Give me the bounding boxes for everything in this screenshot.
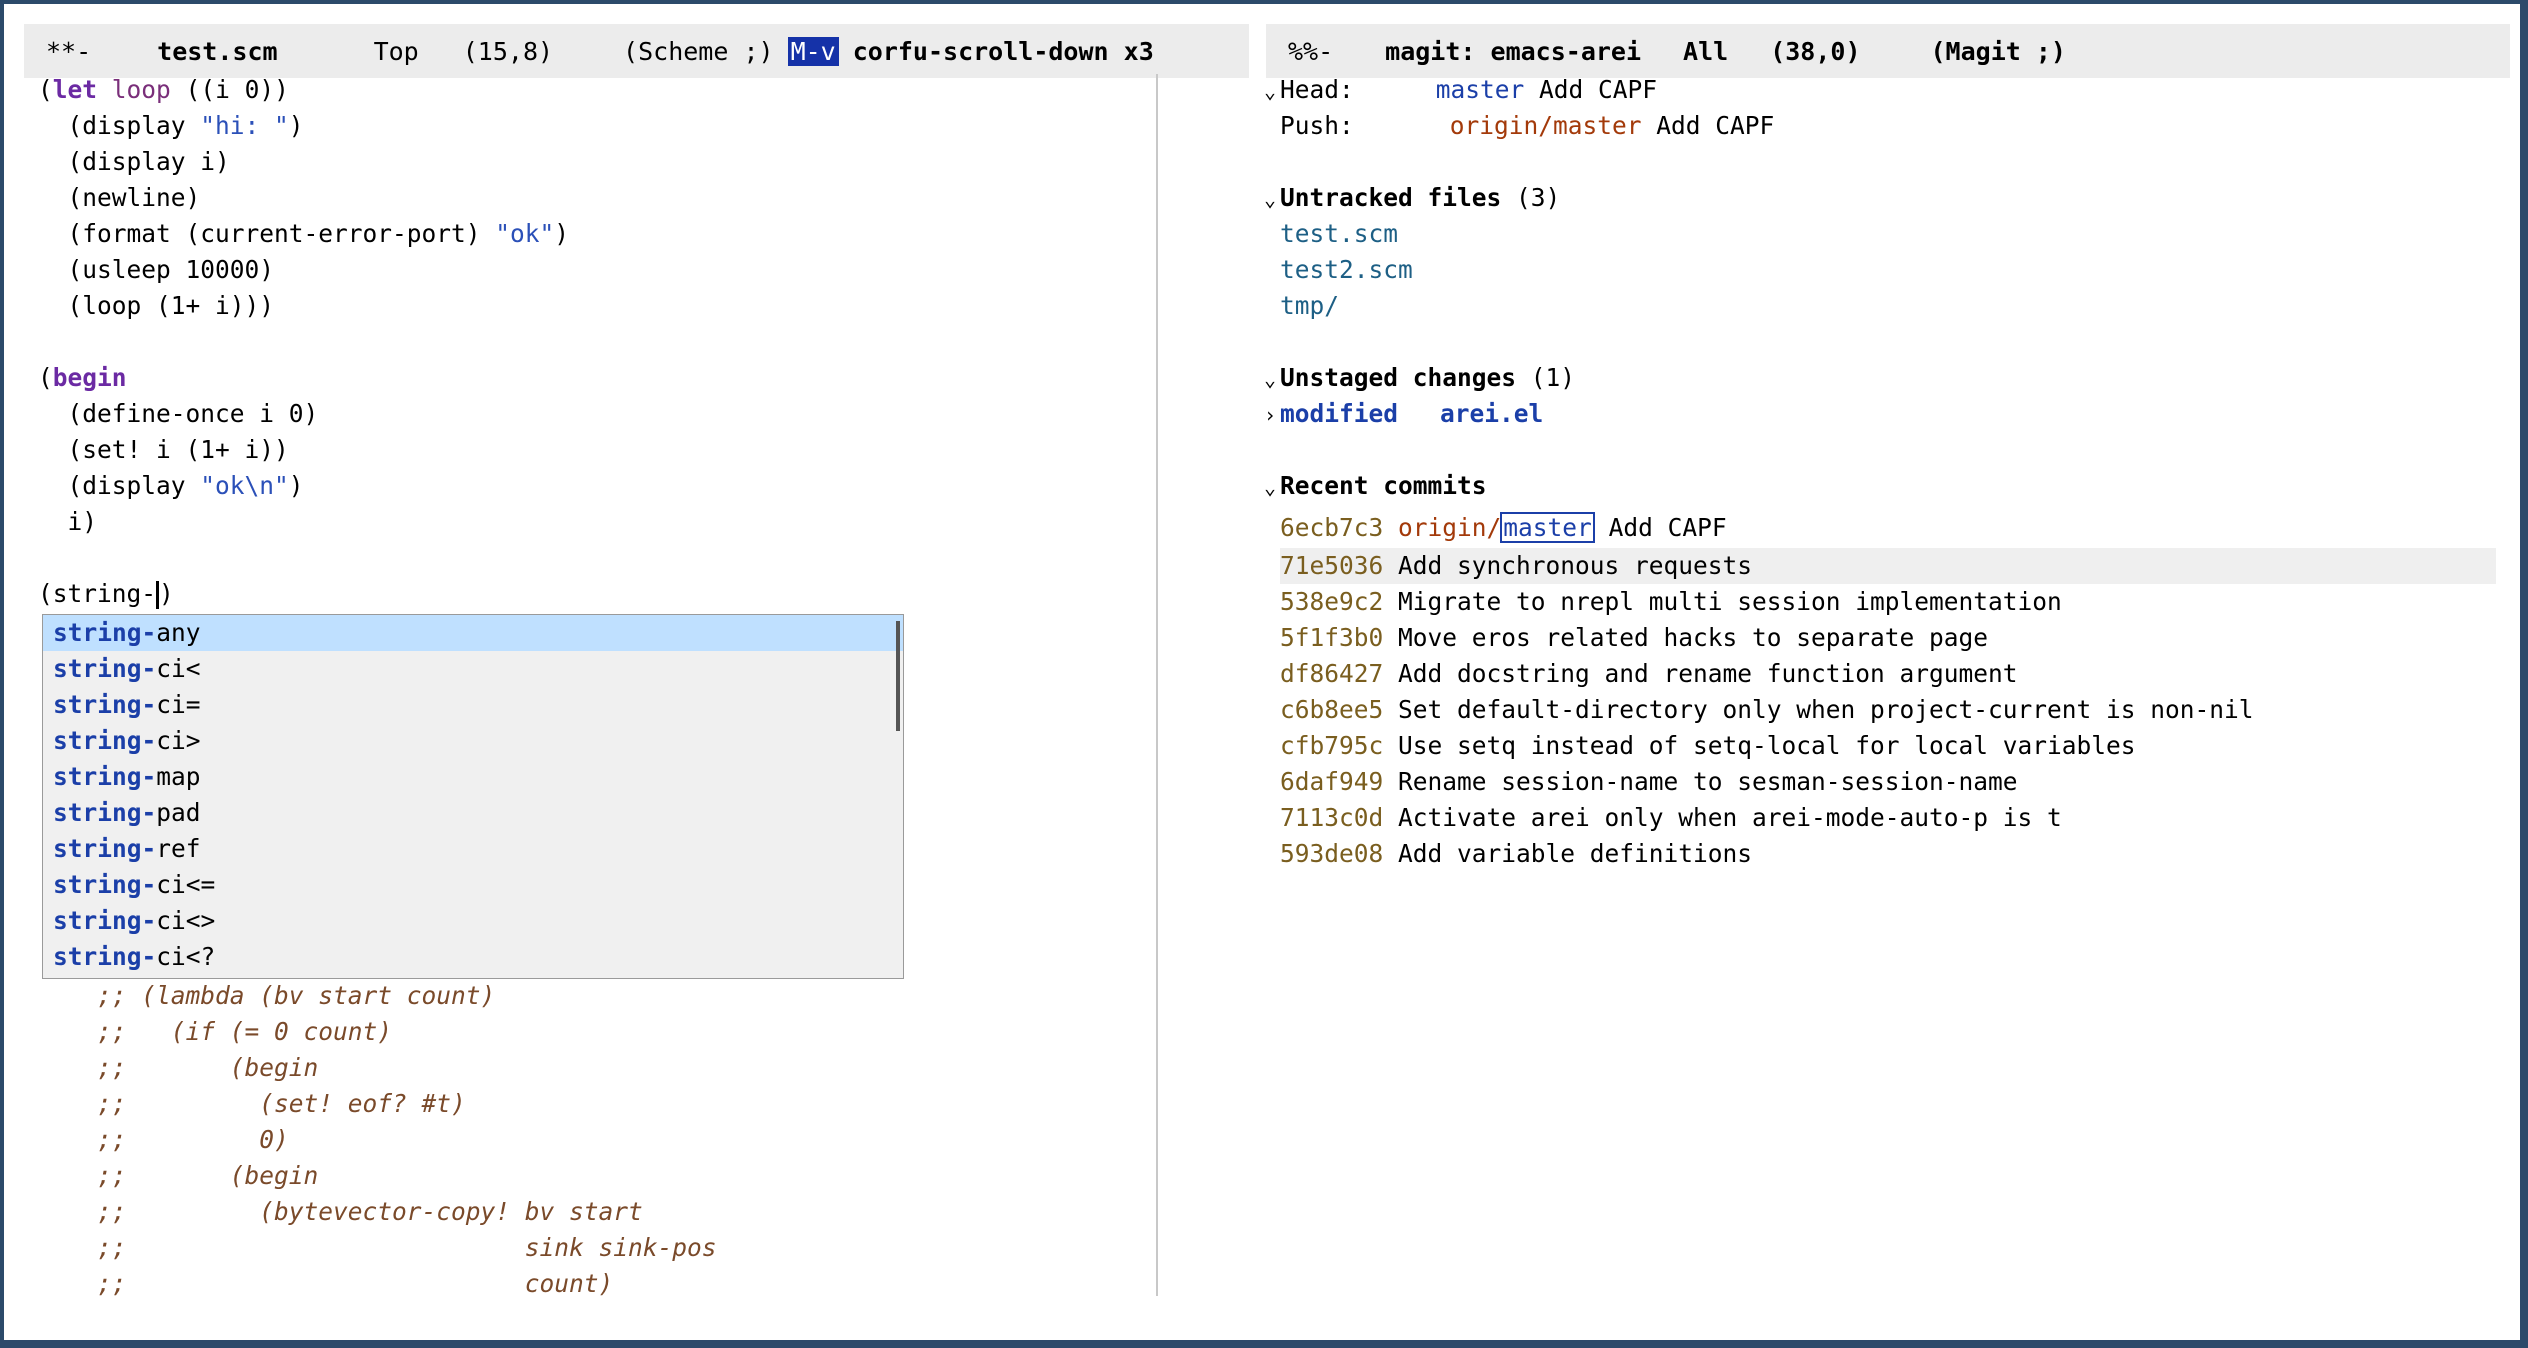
chevron-right-icon[interactable]: › [1264,397,1280,433]
commit-row[interactable]: 7113c0d Activate arei only when arei-mod… [1280,800,2062,836]
commit-row[interactable]: df86427 Add docstring and rename functio… [1280,656,2018,692]
code-line-current[interactable]: (string-) [38,576,174,612]
code-line: i) [38,507,98,536]
modeline-command: corfu-scroll-down x3 [852,36,1154,66]
magit-push-line[interactable]: Push: origin/master Add CAPF [1280,108,1774,144]
untracked-file[interactable]: test2.scm [1280,252,1413,288]
commit-row[interactable]: 538e9c2 Migrate to nrepl multi session i… [1280,584,2062,620]
comment-line: ;; (begin [38,1161,319,1190]
modeline-major-mode: (Magit ;) [1930,36,2066,66]
completion-item[interactable]: string-ci= [43,687,903,723]
unstaged-file[interactable]: › modified arei.el [1264,396,1543,432]
completion-item[interactable]: string-ci<> [43,903,903,939]
commit-row[interactable]: c6b8ee5 Set default-directory only when … [1280,692,2254,728]
comment-line: ;; count) [38,1269,614,1298]
code-line: (newline) [38,183,201,212]
completion-item[interactable]: string-pad [43,795,903,831]
untracked-file[interactable]: tmp/ [1280,288,1339,324]
completion-item[interactable]: string-ci<= [43,867,903,903]
comment-line: ;; (lambda (bv start count) [38,981,496,1010]
section-recent-commits[interactable]: ⌄ Recent commits [1264,468,1487,504]
modeline-major-mode: (Scheme ;) [623,36,774,66]
modeline-status: **- [46,36,92,66]
section-untracked[interactable]: ⌄ Untracked files (3) [1264,180,1560,216]
chevron-down-icon[interactable]: ⌄ [1264,361,1280,397]
code-line: (display "hi: ") [38,111,304,140]
completion-item-selected[interactable]: string-any [43,615,903,651]
comment-line: ;; (begin [38,1053,319,1082]
comment-line: ;; (bytevector-copy! bv start [38,1197,643,1226]
comment-line: ;; (set! eof? #t) [38,1089,466,1118]
commit-row[interactable]: 593de08 Add variable definitions [1280,836,1752,872]
completion-popup[interactable]: string-any string-ci< string-ci= string-… [42,614,904,979]
modeline-buffer-name: magit: emacs-arei [1385,36,1642,66]
completion-item[interactable]: string-ci< [43,651,903,687]
emacs-frame: **- test.scm Top (15,8) (Scheme ;) M-v c… [4,4,2520,1340]
chevron-down-icon[interactable]: ⌄ [1264,181,1280,217]
code-line: (display "ok\n") [38,471,304,500]
section-unstaged[interactable]: ⌄ Unstaged changes (1) [1264,360,1575,396]
left-window[interactable]: **- test.scm Top (15,8) (Scheme ;) M-v c… [24,24,1249,78]
window-divider[interactable] [1156,74,1158,1296]
modeline-linecol: (38,0) [1770,36,1861,66]
comment-line: ;; sink sink-pos [38,1233,717,1262]
completion-item[interactable]: string-map [43,759,903,795]
completion-item[interactable]: string-ci> [43,723,903,759]
comment-line: ;; 0) [38,1125,289,1154]
comment-line: ;; (if (= 0 count) [38,1017,393,1046]
code-line: (let loop ((i 0)) [38,75,289,104]
magit-head-line[interactable]: ⌄ Head: master Add CAPF [1264,72,1657,108]
right-modeline: %%- magit: emacs-arei All (38,0) (Magit … [1266,24,2510,78]
code-line: (begin [38,363,127,392]
code-line: (set! i (1+ i)) [38,435,289,464]
left-modeline: **- test.scm Top (15,8) (Scheme ;) M-v c… [24,24,1249,78]
commit-row[interactable]: 6ecb7c3 origin/master Add CAPF [1280,510,1727,546]
modeline-linecol: (15,8) [462,36,554,66]
code-line: (format (current-error-port) "ok") [38,219,570,248]
code-line: (usleep 10000) [38,255,275,284]
chevron-down-icon[interactable]: ⌄ [1264,469,1280,505]
popup-scrollbar[interactable] [896,621,900,731]
commit-row[interactable]: 6daf949 Rename session-name to sesman-se… [1280,764,2018,800]
completion-item[interactable]: string-ci<? [43,939,903,975]
modeline-position: All [1683,36,1729,66]
modeline-buffer-name: test.scm [157,36,278,66]
code-line: (loop (1+ i))) [38,291,275,320]
modeline-position: Top [373,36,419,66]
completion-item[interactable]: string-ref [43,831,903,867]
chevron-down-icon[interactable]: ⌄ [1264,73,1280,109]
code-line: (define-once i 0) [38,399,319,428]
commit-row-current[interactable]: 71e5036 Add synchronous requests [1280,548,2496,584]
code-line: (display i) [38,147,230,176]
commit-row[interactable]: cfb795c Use setq instead of setq-local f… [1280,728,2136,764]
untracked-file[interactable]: test.scm [1280,216,1398,252]
modeline-status: %%- [1288,36,1334,66]
commit-row[interactable]: 5f1f3b0 Move eros related hacks to separ… [1280,620,1988,656]
right-window[interactable]: %%- magit: emacs-arei All (38,0) (Magit … [1266,24,2510,78]
modeline-keybinding: M-v [787,36,839,66]
